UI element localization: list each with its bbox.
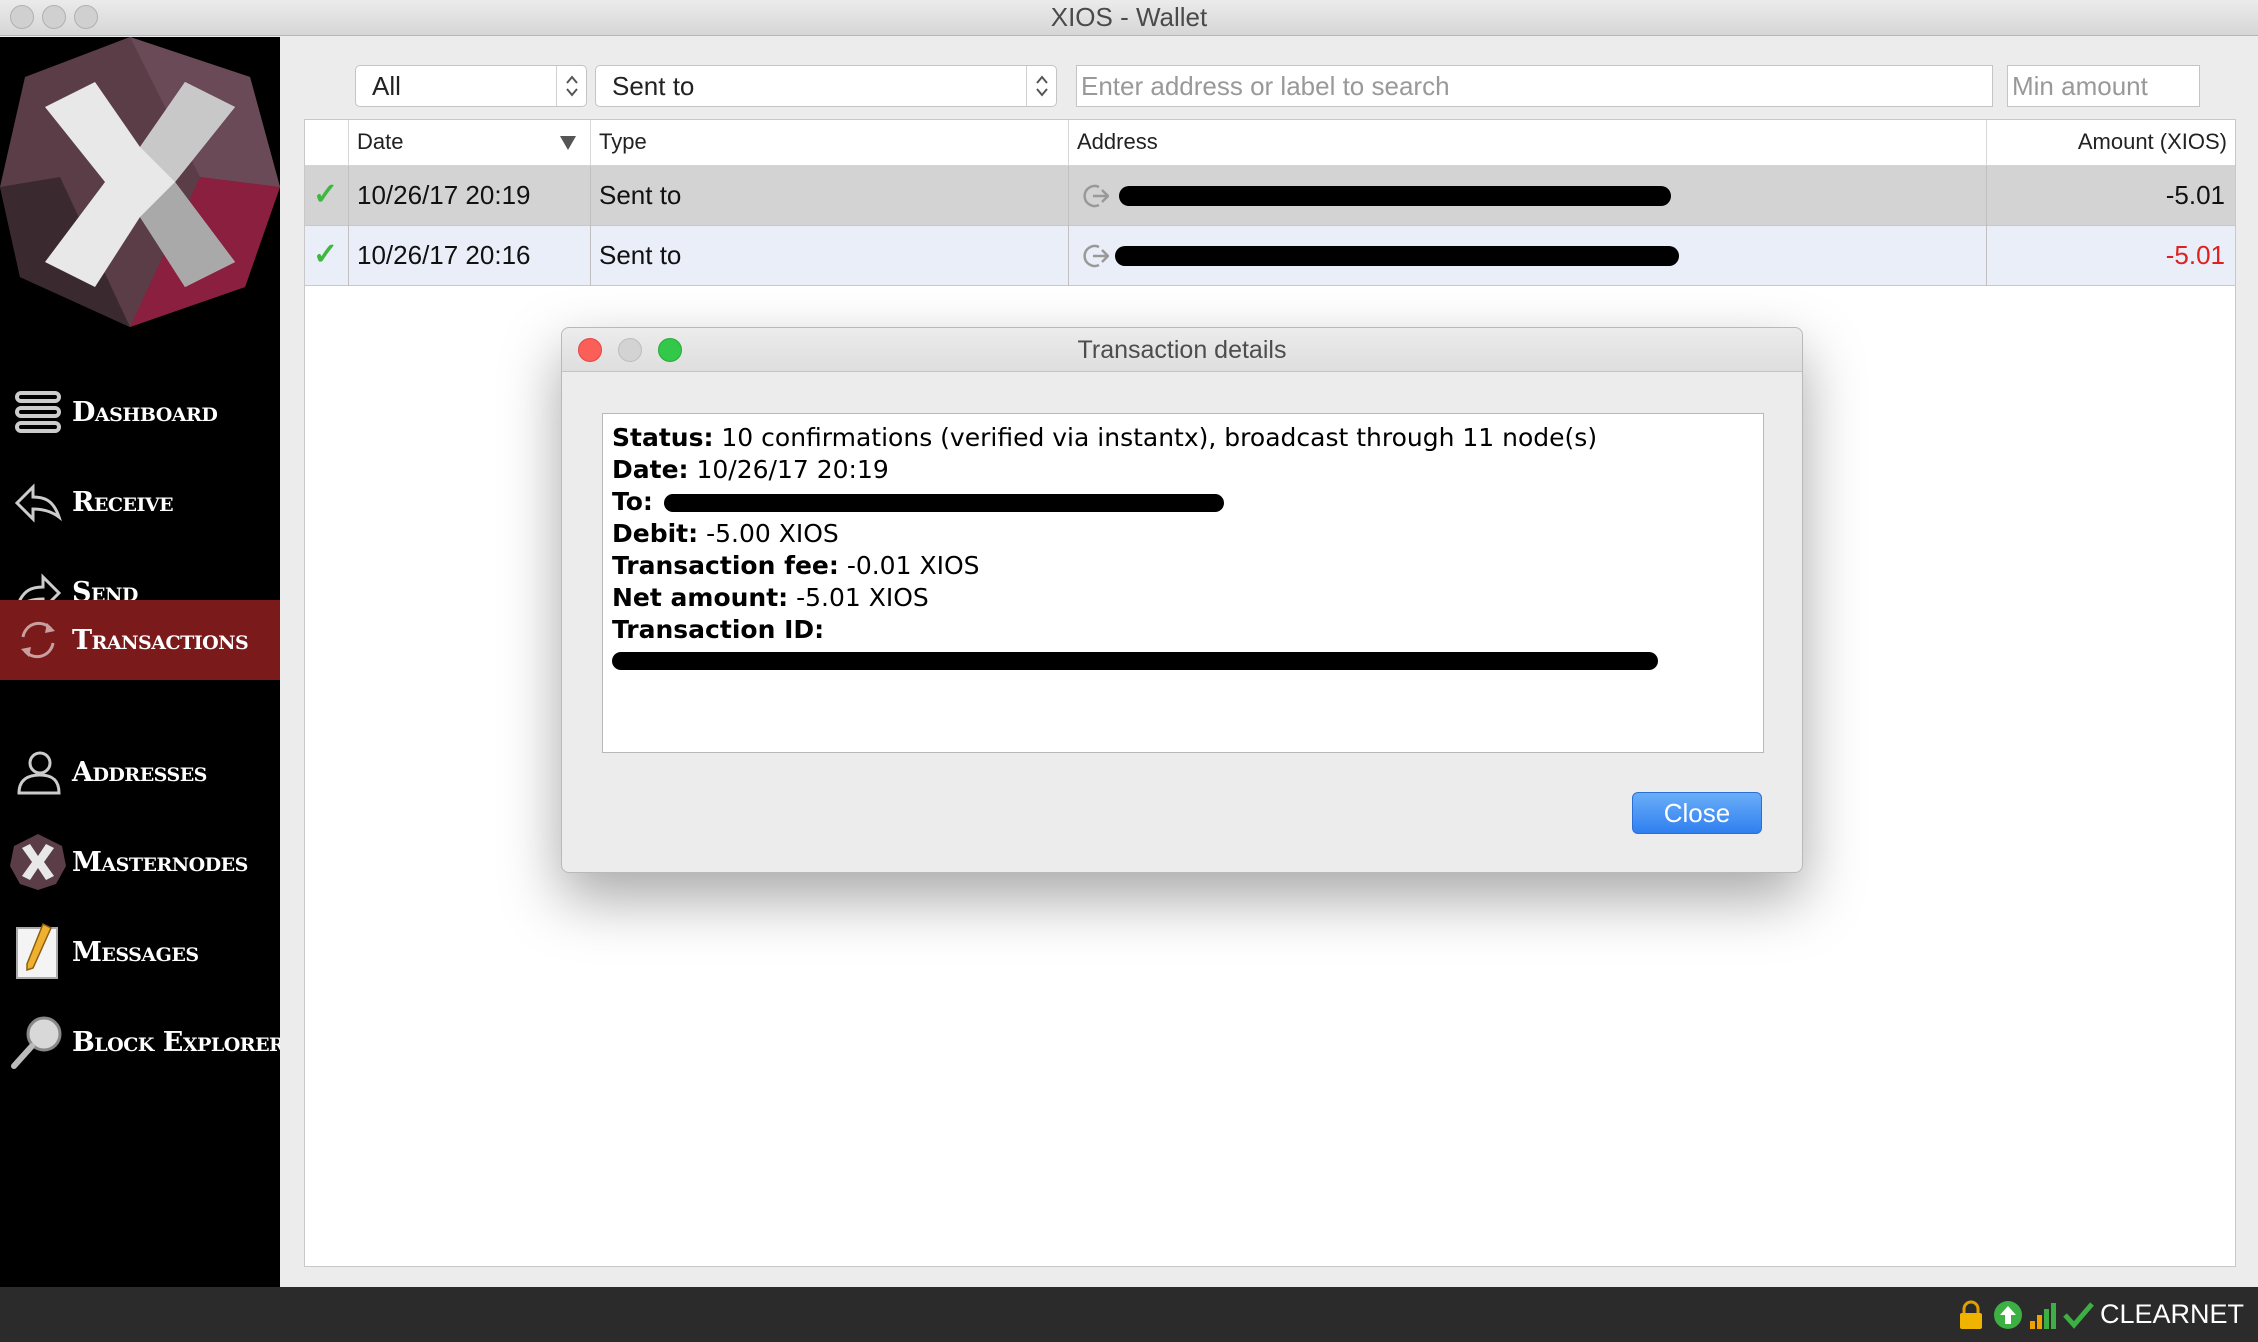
- synced-check-icon: [2063, 1302, 2094, 1329]
- date-column-header[interactable]: Date: [349, 120, 591, 166]
- fee-value: -0.01 XIOS: [846, 551, 980, 580]
- row-amount: -5.01: [2165, 180, 2225, 210]
- dialog-close-dot[interactable]: [578, 338, 602, 362]
- sidebar-item-label: Block Explorer: [72, 1026, 285, 1058]
- txid-label: Transaction ID:: [612, 615, 825, 644]
- status-label: Status:: [612, 423, 714, 452]
- close-button[interactable]: Close: [1632, 792, 1762, 834]
- amount-column-header[interactable]: Amount (XIOS): [1987, 120, 2235, 166]
- sidebar-item-messages[interactable]: Messages: [0, 911, 280, 993]
- lock-icon: [1960, 1300, 1982, 1329]
- transaction-details-dialog: Transaction details Status: 10 confirmat…: [561, 327, 1803, 873]
- sidebar-item-transactions[interactable]: Transactions: [0, 600, 280, 680]
- magnifier-icon: [8, 1012, 68, 1072]
- status-column-header[interactable]: [305, 120, 349, 166]
- net-amount-line: Net amount: -5.01 XIOS: [612, 582, 1754, 614]
- sent-to-arrow-icon: [1083, 244, 1109, 268]
- txid-line: Transaction ID:: [612, 614, 1754, 646]
- date-value: 10/26/17 20:19: [696, 455, 889, 484]
- row-amount: -5.01: [2165, 240, 2225, 270]
- sidebar-item-label: Messages: [72, 936, 199, 968]
- redacted-address: [1115, 246, 1679, 266]
- date-filter-value: All: [372, 71, 401, 101]
- row-date: 10/26/17 20:19: [349, 166, 591, 226]
- to-label: To:: [612, 487, 653, 516]
- type-filter-value: Sent to: [612, 71, 695, 101]
- sidebar-item-receive[interactable]: Receive: [0, 461, 280, 543]
- status-bar: CLEARNET: [0, 1287, 2258, 1342]
- date-line: Date: 10/26/17 20:19: [612, 454, 1754, 486]
- sync-up-arrow-icon: [1994, 1301, 2022, 1329]
- sidebar-item-label: Dashboard: [72, 396, 218, 428]
- address-column-header[interactable]: Address: [1069, 120, 1987, 166]
- confirmed-check-icon: ✓: [305, 166, 349, 226]
- type-column-header[interactable]: Type: [591, 120, 1069, 166]
- sidebar-item-addresses[interactable]: Addresses: [0, 731, 280, 813]
- redacted-to-address: [664, 494, 1224, 512]
- select-arrows-icon: [556, 66, 586, 106]
- table-header: Date Type Address Amount (XIOS): [305, 120, 2235, 166]
- sidebar: Dashboard Receive Send Transactions Addr…: [0, 37, 285, 1287]
- addresses-person-icon: [8, 742, 68, 802]
- status-value: 10 confirmations (verified via instantx)…: [721, 423, 1598, 452]
- sidebar-item-label: Receive: [72, 486, 174, 518]
- confirmed-check-icon: ✓: [305, 226, 349, 286]
- sort-desc-icon: [560, 136, 576, 150]
- dashboard-icon: [8, 382, 68, 442]
- dialog-title: Transaction details: [1077, 336, 1287, 364]
- debit-line: Debit: -5.00 XIOS: [612, 518, 1754, 550]
- xios-logo: [0, 37, 280, 327]
- address-search-input[interactable]: Enter address or label to search: [1076, 65, 1993, 107]
- window-titlebar: XIOS - Wallet: [0, 0, 2258, 36]
- redacted-address: [1119, 186, 1671, 206]
- fee-label: Transaction fee:: [612, 551, 839, 580]
- row-address: [1069, 166, 1987, 226]
- dialog-minimize-dot[interactable]: [618, 338, 642, 362]
- sidebar-item-label: Transactions: [72, 624, 249, 656]
- connections-bars-icon: [2030, 1303, 2056, 1329]
- messages-notepad-icon: [8, 922, 68, 982]
- dialog-titlebar: Transaction details: [562, 328, 1802, 372]
- select-arrows-icon: [1026, 66, 1056, 106]
- row-address: [1069, 226, 1987, 286]
- sidebar-item-label: Masternodes: [72, 846, 248, 878]
- date-header-label: Date: [357, 129, 404, 154]
- row-type: Sent to: [591, 226, 1069, 286]
- type-filter-select[interactable]: Sent to: [595, 65, 1057, 107]
- row-date: 10/26/17 20:16: [349, 226, 591, 286]
- net-amount-value: -5.01 XIOS: [796, 583, 929, 612]
- window-title: XIOS - Wallet: [1050, 2, 1208, 32]
- masternodes-x-icon: [8, 832, 68, 892]
- sent-to-arrow-icon: [1083, 184, 1109, 208]
- sidebar-item-block-explorer[interactable]: Block Explorer: [0, 1001, 285, 1083]
- txid-value-line: [612, 646, 1754, 678]
- network-mode-label: CLEARNET: [2099, 1299, 2244, 1329]
- transactions-cycle-icon: [8, 610, 68, 670]
- fee-line: Transaction fee: -0.01 XIOS: [612, 550, 1754, 582]
- date-filter-select[interactable]: All: [355, 65, 587, 107]
- min-amount-input[interactable]: Min amount: [2007, 65, 2200, 107]
- dialog-zoom-dot[interactable]: [658, 338, 682, 362]
- receive-arrow-icon: [8, 472, 68, 532]
- sidebar-item-dashboard[interactable]: Dashboard: [0, 371, 280, 453]
- table-row[interactable]: ✓ 10/26/17 20:16 Sent to -5.01: [305, 226, 2235, 286]
- debit-value: -5.00 XIOS: [706, 519, 839, 548]
- debit-label: Debit:: [612, 519, 699, 548]
- date-label: Date:: [612, 455, 689, 484]
- transaction-details-text[interactable]: Status: 10 confirmations (verified via i…: [602, 413, 1764, 753]
- sidebar-item-masternodes[interactable]: Masternodes: [0, 821, 280, 903]
- net-amount-label: Net amount:: [612, 583, 789, 612]
- status-line: Status: 10 confirmations (verified via i…: [612, 422, 1754, 454]
- sidebar-item-label: Addresses: [72, 756, 207, 788]
- redacted-transaction-id: [612, 652, 1658, 670]
- row-type: Sent to: [591, 166, 1069, 226]
- to-line: To:: [612, 486, 1754, 518]
- table-row[interactable]: ✓ 10/26/17 20:19 Sent to -5.01: [305, 166, 2235, 226]
